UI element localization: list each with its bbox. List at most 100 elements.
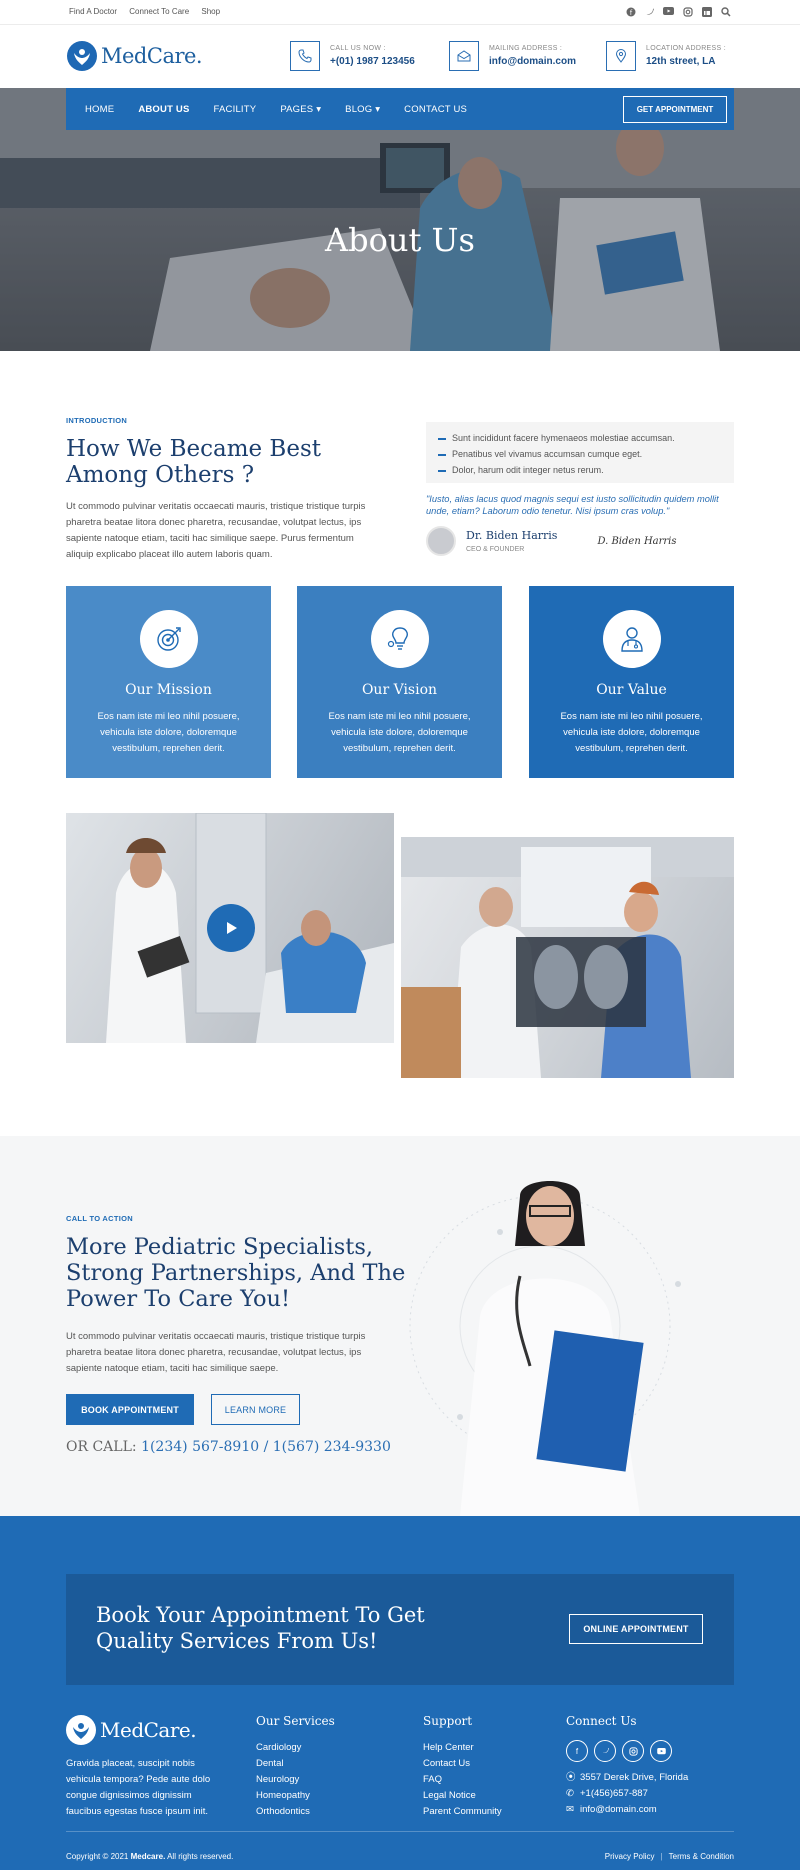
chevron-down-icon: ▾ — [316, 103, 322, 115]
search-icon[interactable] — [720, 6, 731, 17]
location-value: 12th street, LA — [646, 56, 716, 67]
nav-pages-label: PAGES — [280, 103, 314, 115]
intro-tag: INTRODUCTION — [66, 416, 128, 425]
intro-list-box: Sunt incididunt facere hymenaeos molesti… — [426, 422, 734, 483]
top-link-shop[interactable]: Shop — [201, 7, 220, 16]
footer-connect-title: Connect Us — [566, 1714, 637, 1728]
intro-body: Ut commodo pulvinar veritatis occaecati … — [66, 501, 366, 560]
card-text: Eos nam iste mi leo nihil posuere, vehic… — [97, 711, 240, 754]
cta-heading-line1: More Pediatric Specialists, — [66, 1234, 374, 1260]
intro-list-item: Penatibus vel vivamus accumsan cumque eg… — [438, 446, 734, 462]
nav-home[interactable]: HOME — [85, 104, 114, 115]
terms-link[interactable]: Terms & Condition — [669, 1852, 734, 1861]
phone-line: ✆ +1(456)657-887 — [566, 1786, 688, 1802]
nav-pages[interactable]: PAGES ▾ — [280, 104, 321, 115]
cta-phones: OR CALL: 1(234) 567-8910 / 1(567) 234-93… — [66, 1439, 391, 1455]
nav-blog[interactable]: BLOG ▾ — [345, 104, 380, 115]
location-icon — [606, 41, 636, 71]
footer-phone[interactable]: +1(456)657-887 — [580, 1788, 648, 1799]
instagram-icon[interactable] — [622, 1740, 644, 1762]
footer-address: 3557 Derek Drive, Florida — [580, 1772, 689, 1783]
card-vision: Our Vision Eos nam iste mi leo nihil pos… — [297, 586, 502, 778]
get-appointment-button[interactable]: GET APPOINTMENT — [623, 96, 727, 123]
top-link-connect-care[interactable]: Connect To Care — [129, 7, 189, 16]
doctor-icon — [602, 610, 661, 668]
mail-label: MAILING ADDRESS : — [489, 45, 563, 52]
author-name: Dr. Biden Harris — [466, 529, 558, 542]
banner-line1: Book Your Appointment To Get — [96, 1603, 425, 1627]
signature-image: D. Biden Harris — [597, 535, 677, 547]
cta-body: Ut commodo pulvinar veritatis occaecati … — [66, 1331, 366, 1374]
card-value: Our Value Eos nam iste mi leo nihil posu… — [529, 586, 734, 778]
banner-heading: Book Your Appointment To Get Quality Ser… — [96, 1602, 425, 1654]
nav-contact[interactable]: CONTACT US — [404, 104, 467, 115]
footer-link[interactable]: FAQ — [423, 1772, 502, 1788]
play-video-button[interactable] — [207, 904, 255, 952]
footer-link[interactable]: Homeopathy — [256, 1788, 335, 1804]
footer-link[interactable]: Orthodontics — [256, 1804, 335, 1820]
logo-mark-icon — [67, 41, 97, 71]
footer-support-title: Support — [423, 1714, 473, 1728]
footer-link[interactable]: Parent Community — [423, 1804, 502, 1820]
call-value[interactable]: +(01) 1987 123456 — [330, 56, 415, 67]
linkedin-icon[interactable] — [701, 6, 712, 17]
intro-heading: How We Became Best Among Others ? — [66, 436, 321, 488]
footer-link[interactable]: Neurology — [256, 1772, 335, 1788]
top-link-find-doctor[interactable]: Find A Doctor — [69, 7, 117, 16]
logo[interactable]: MedCare. — [67, 41, 203, 71]
nav-facility[interactable]: FACILITY — [214, 104, 257, 115]
avatar — [426, 526, 456, 556]
card-title: Our Vision — [361, 682, 438, 698]
intro-list-item: Sunt incididunt facere hymenaeos molesti… — [438, 430, 734, 446]
card-title: Our Mission — [125, 682, 212, 698]
card-title: Our Value — [596, 682, 667, 698]
doctor-patient-photo — [66, 813, 394, 1043]
top-bar: Find A Doctor Connect To Care Shop f — [0, 0, 800, 25]
footer-link[interactable]: Cardiology — [256, 1740, 335, 1756]
learn-more-button[interactable]: LEARN MORE — [211, 1394, 300, 1425]
footer-link[interactable]: Contact Us — [423, 1756, 502, 1772]
twitter-icon[interactable] — [594, 1740, 616, 1762]
nav-about[interactable]: ABOUT US — [138, 104, 189, 115]
book-appointment-button[interactable]: BOOK APPOINTMENT — [66, 1394, 194, 1425]
main-nav: HOME ABOUT US FACILITY PAGES ▾ BLOG ▾ CO… — [66, 88, 734, 130]
youtube-icon[interactable] — [650, 1740, 672, 1762]
footer-link[interactable]: Legal Notice — [423, 1788, 502, 1804]
location-icon: ⦿ — [566, 1772, 576, 1783]
mail-icon: ✉ — [566, 1804, 574, 1815]
footer-email[interactable]: info@domain.com — [580, 1804, 657, 1815]
mail-value[interactable]: info@domain.com — [489, 56, 576, 67]
cta-phone-numbers[interactable]: 1(234) 567-8910 / 1(567) 234-9330 — [141, 1439, 391, 1455]
footer-logo[interactable]: MedCare. — [66, 1715, 197, 1745]
cta-heading-line3: Power To Care You! — [66, 1286, 291, 1312]
call-info: CALL US NOW : +(01) 1987 123456 — [290, 41, 415, 71]
instagram-icon[interactable] — [682, 6, 693, 17]
play-icon — [227, 922, 237, 934]
email-line: ✉ info@domain.com — [566, 1802, 688, 1818]
site-header: MedCare. CALL US NOW : +(01) 1987 123456 … — [0, 25, 800, 88]
footer-connect: Connect Us f ⦿ 3557 Derek Drive, Florida … — [566, 1714, 688, 1818]
intro-heading-line2: Among Others ? — [66, 462, 255, 488]
footer-link[interactable]: Help Center — [423, 1740, 502, 1756]
author-block: Dr. Biden Harris CEO & FOUNDER D. Biden … — [426, 526, 677, 556]
mail-info: MAILING ADDRESS : info@domain.com — [449, 41, 576, 71]
footer-support: Support Help Center Contact Us FAQ Legal… — [423, 1714, 502, 1820]
top-social: f — [625, 6, 731, 17]
cta-tag: CALL TO ACTION — [66, 1214, 133, 1223]
appointment-banner: Book Your Appointment To Get Quality Ser… — [66, 1574, 734, 1685]
facebook-icon[interactable]: f — [566, 1740, 588, 1762]
facebook-icon[interactable]: f — [625, 6, 636, 17]
address-line: ⦿ 3557 Derek Drive, Florida — [566, 1770, 688, 1786]
copyright-brand: Medcare. — [130, 1852, 166, 1861]
twitter-icon[interactable] — [644, 6, 655, 17]
cta-section — [0, 1136, 800, 1516]
youtube-icon[interactable] — [663, 6, 674, 17]
footer-link[interactable]: Dental — [256, 1756, 335, 1772]
online-appointment-button[interactable]: ONLINE APPOINTMENT — [569, 1614, 703, 1644]
privacy-link[interactable]: Privacy Policy — [605, 1852, 655, 1861]
phone-icon — [290, 41, 320, 71]
card-text: Eos nam iste mi leo nihil posuere, vehic… — [328, 711, 471, 754]
copyright-pre: Copyright © 2021 — [66, 1852, 129, 1861]
cta-decoration — [409, 1181, 681, 1516]
nav-blog-label: BLOG — [345, 103, 373, 115]
